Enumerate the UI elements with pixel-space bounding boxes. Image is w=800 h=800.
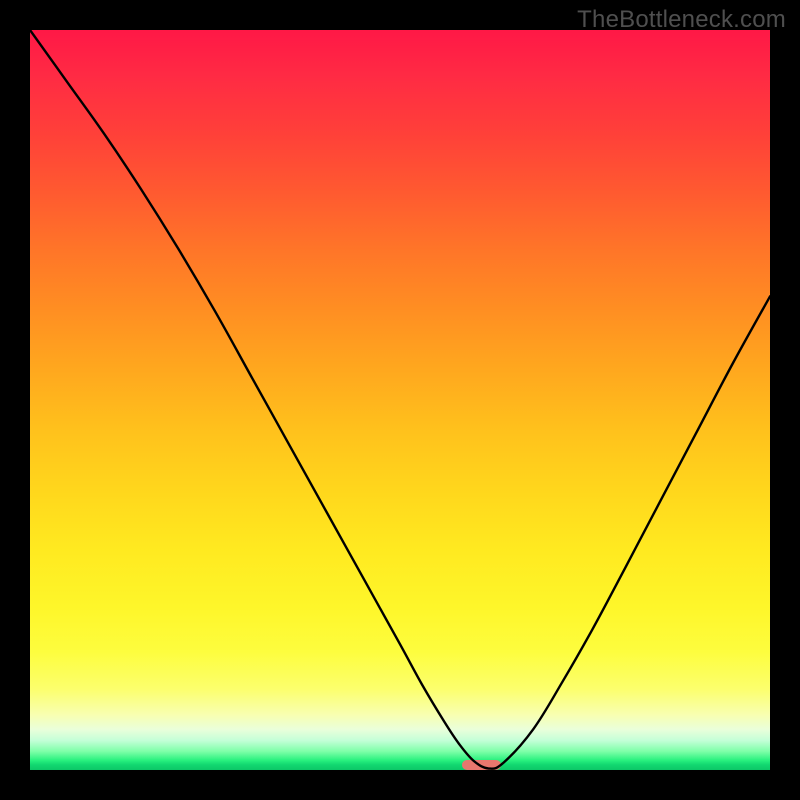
chart-frame: TheBottleneck.com <box>0 0 800 800</box>
watermark-text: TheBottleneck.com <box>577 6 786 34</box>
plot-area <box>30 30 770 770</box>
bottleneck-curve <box>30 30 770 769</box>
curve-layer <box>30 30 770 770</box>
